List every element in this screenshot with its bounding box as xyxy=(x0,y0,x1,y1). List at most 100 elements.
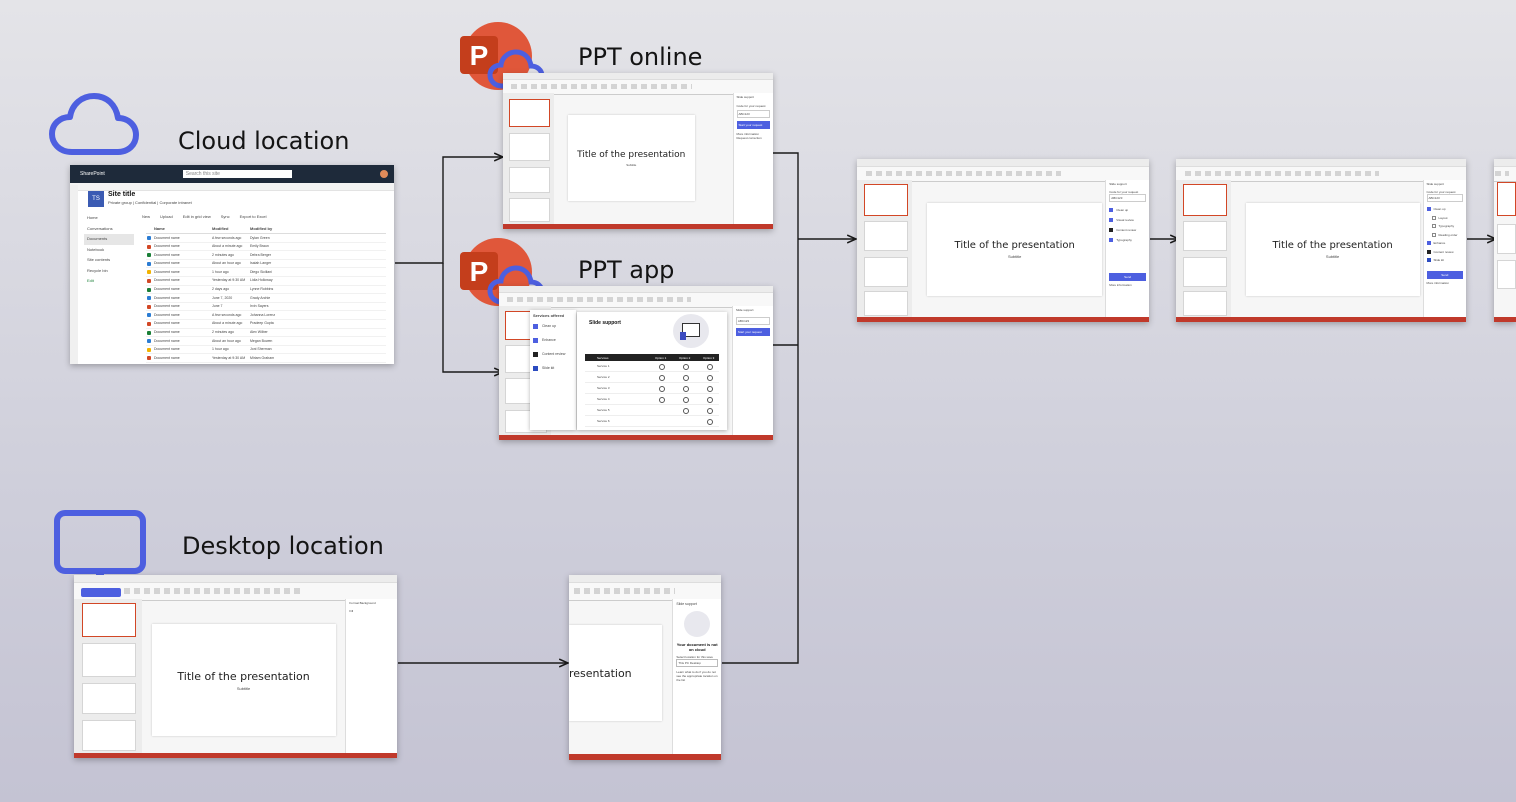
sidebar-item[interactable]: Conversations xyxy=(84,224,134,235)
radio-button[interactable] xyxy=(683,408,689,414)
checkbox[interactable] xyxy=(1426,241,1431,246)
send-button[interactable]: Send xyxy=(1109,273,1146,282)
checkbox[interactable] xyxy=(1431,224,1436,229)
radio-button[interactable] xyxy=(659,375,665,381)
code-field[interactable]: ABC123 xyxy=(1109,194,1146,203)
option-checkbox[interactable]: Clean up xyxy=(1109,205,1146,215)
option-checkbox[interactable]: Content review xyxy=(1426,248,1464,257)
option-checkbox[interactable]: Clean up xyxy=(1426,205,1464,214)
table-row[interactable]: Document name About a minute ago Emily Bra… xyxy=(146,243,386,252)
slide-thumbnail[interactable] xyxy=(863,184,909,216)
slide-thumbnail[interactable] xyxy=(509,198,551,222)
option-checkbox[interactable]: Layout xyxy=(1427,214,1464,223)
more-information-link[interactable]: More information xyxy=(1427,281,1464,285)
checkbox[interactable] xyxy=(1109,238,1114,243)
menu-item[interactable]: Clean up xyxy=(533,320,573,332)
slide-thumbnail[interactable] xyxy=(82,603,137,638)
table-row[interactable]: Document name 2 minutes ago Debra Berger xyxy=(146,251,386,260)
table-row[interactable]: Document name 1 hour ago Diego Siciliani xyxy=(146,268,386,277)
menu-item[interactable]: Slide kit xyxy=(533,362,573,374)
table-row[interactable]: Document name About an hour ago Megan Bowe… xyxy=(146,337,386,346)
radio-button[interactable] xyxy=(683,397,689,403)
option-checkbox[interactable]: Enhance xyxy=(1426,239,1464,248)
radio-button[interactable] xyxy=(707,375,713,381)
send-button[interactable]: Send xyxy=(1426,270,1463,279)
code-field[interactable]: ABC123 xyxy=(736,110,770,119)
sidebar-item[interactable]: Home xyxy=(84,213,134,224)
option-checkbox[interactable]: Typography xyxy=(1109,235,1146,245)
column-header[interactable]: Modified xyxy=(212,226,228,231)
checkbox[interactable] xyxy=(1431,232,1436,237)
start-request-button[interactable]: Start your request xyxy=(735,328,770,337)
table-row[interactable]: Document name Yesterday at 9:30 AM Lidia H… xyxy=(146,277,386,286)
menu-item[interactable]: Enhance xyxy=(533,334,573,346)
slide-thumbnail[interactable] xyxy=(1182,291,1227,316)
slide-thumbnail[interactable] xyxy=(509,166,551,193)
radio-button[interactable] xyxy=(683,364,689,370)
checkbox[interactable] xyxy=(1109,228,1114,233)
sidebar-item[interactable]: Notebook xyxy=(84,245,134,256)
code-field[interactable]: ABC123 xyxy=(735,317,770,326)
slide-thumbnail[interactable] xyxy=(863,256,909,287)
table-row[interactable]: Document name Yesterday at 9:30 AM Miriam … xyxy=(146,354,386,363)
toolbar-button[interactable]: Export to Excel xyxy=(240,214,267,219)
radio-button[interactable] xyxy=(707,408,713,414)
checkbox[interactable] xyxy=(1426,249,1431,254)
sidebar-item[interactable]: Site contents xyxy=(84,255,134,266)
table-row[interactable]: Document name A few seconds ago Dylan Gree… xyxy=(146,234,386,243)
sidebar-item[interactable]: Edit xyxy=(84,276,134,287)
radio-button[interactable] xyxy=(707,397,713,403)
slide-thumbnail[interactable] xyxy=(1182,184,1227,216)
slide-thumbnail[interactable] xyxy=(1182,221,1227,252)
option-checkbox[interactable]: Visual review xyxy=(1109,215,1146,225)
table-row[interactable]: Document name 1 hour ago Joni Sherman xyxy=(146,346,386,355)
toolbar-button[interactable]: Edit in grid view xyxy=(183,214,211,219)
location-select[interactable]: This PC Desktop xyxy=(676,659,718,668)
radio-button[interactable] xyxy=(707,364,713,370)
sharepoint-search-input[interactable]: Search this site xyxy=(182,169,292,178)
code-field[interactable]: ABC123 xyxy=(1426,194,1463,203)
more-information-link[interactable]: More information xyxy=(1109,283,1146,287)
toolbar-button[interactable]: Sync xyxy=(221,214,230,219)
table-row[interactable]: Document name 2 minutes ago Alex Wilber xyxy=(146,329,386,338)
radio-button[interactable] xyxy=(707,419,713,425)
menu-item[interactable]: Content review xyxy=(533,348,573,360)
slide-thumbnail[interactable] xyxy=(509,98,551,128)
table-row[interactable]: Document name June 7 Irvin Sayers xyxy=(146,303,386,312)
radio-button[interactable] xyxy=(659,364,665,370)
table-row[interactable]: Document name A few seconds ago Johanna Lo… xyxy=(146,311,386,320)
table-row[interactable]: Document name About an hour ago Isaiah Lan… xyxy=(146,260,386,269)
slide-thumbnail[interactable] xyxy=(82,643,137,678)
option-checkbox[interactable]: Typography xyxy=(1427,222,1464,231)
radio-button[interactable] xyxy=(683,386,689,392)
checkbox[interactable] xyxy=(1109,218,1114,223)
table-row[interactable]: Document name 2 days ago Lynne Robbins xyxy=(146,286,386,295)
slide-thumbnail[interactable] xyxy=(82,720,137,751)
column-header[interactable]: Name xyxy=(154,226,165,231)
sidebar-item[interactable]: Recycle bin xyxy=(84,266,134,277)
slide-thumbnail[interactable] xyxy=(863,221,909,252)
table-row[interactable]: Document name About a minute ago Pradeep G… xyxy=(146,320,386,329)
option-checkbox[interactable]: Slide kit xyxy=(1426,256,1464,265)
checkbox[interactable] xyxy=(1109,208,1114,213)
radio-button[interactable] xyxy=(707,386,713,392)
toolbar-button[interactable]: Upload xyxy=(160,214,173,219)
column-header[interactable]: Modified by xyxy=(250,226,272,231)
table-row[interactable]: Document name June 7, 2020 Grady Archie xyxy=(146,294,386,303)
slide-thumbnail[interactable] xyxy=(509,132,551,162)
toolbar-button[interactable]: New xyxy=(142,214,150,219)
start-request-button[interactable]: Start your request xyxy=(736,121,770,130)
sidebar-item[interactable]: Documents xyxy=(84,234,134,245)
option-checkbox[interactable]: Content review xyxy=(1109,225,1146,235)
slide-thumbnail[interactable] xyxy=(82,683,137,715)
checkbox[interactable] xyxy=(1431,215,1436,220)
slide-thumbnail[interactable] xyxy=(1182,256,1227,287)
radio-button[interactable] xyxy=(659,397,665,403)
avatar[interactable] xyxy=(380,169,388,178)
checkbox[interactable] xyxy=(1426,207,1431,212)
radio-button[interactable] xyxy=(659,386,665,392)
radio-button[interactable] xyxy=(683,375,689,381)
option-checkbox[interactable]: Reading order xyxy=(1427,231,1464,240)
checkbox[interactable] xyxy=(1426,258,1431,263)
request-correction-link[interactable]: Request correction xyxy=(737,136,771,140)
